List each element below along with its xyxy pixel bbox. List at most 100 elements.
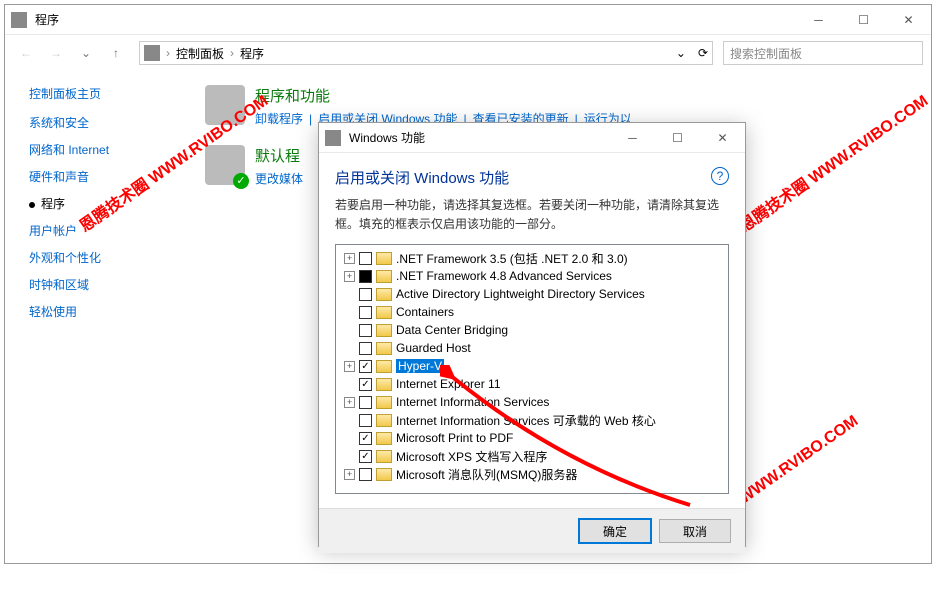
- dialog-icon: [325, 130, 341, 146]
- sidebar-item[interactable]: 轻松使用: [29, 303, 165, 320]
- feature-checkbox[interactable]: [359, 252, 372, 265]
- dialog-maximize-button[interactable]: ☐: [655, 123, 700, 153]
- feature-node[interactable]: + .NET Framework 4.8 Advanced Services: [338, 267, 726, 285]
- features-tree[interactable]: +.NET Framework 3.5 (包括 .NET 2.0 和 3.0)+…: [335, 244, 729, 494]
- address-dropdown-icon[interactable]: ⌄: [676, 46, 686, 60]
- sidebar-item[interactable]: 用户帐户: [29, 222, 165, 239]
- feature-label[interactable]: Internet Explorer 11: [396, 377, 501, 391]
- dialog-title: Windows 功能: [347, 129, 610, 146]
- feature-checkbox[interactable]: [359, 360, 372, 373]
- feature-node[interactable]: + .NET Framework 3.5 (包括 .NET 2.0 和 3.0): [338, 249, 726, 267]
- expand-icon: [344, 433, 355, 444]
- feature-label[interactable]: Internet Information Services 可承载的 Web 核…: [396, 412, 656, 429]
- feature-node[interactable]: + Microsoft 消息队列(MSMQ)服务器: [338, 465, 726, 483]
- breadcrumb-item[interactable]: 控制面板: [176, 45, 224, 62]
- minimize-button[interactable]: ─: [796, 5, 841, 35]
- feature-node[interactable]: Microsoft Print to PDF: [338, 429, 726, 447]
- feature-label[interactable]: Guarded Host: [396, 341, 471, 355]
- expand-icon[interactable]: +: [344, 361, 355, 372]
- address-bar[interactable]: › 控制面板 › 程序 ⌄ ⟳: [139, 41, 713, 65]
- forward-button[interactable]: →: [43, 40, 69, 66]
- feature-checkbox[interactable]: [359, 468, 372, 481]
- expand-icon[interactable]: +: [344, 271, 355, 282]
- sidebar-item[interactable]: 时钟和区域: [29, 276, 165, 293]
- feature-label[interactable]: Microsoft 消息队列(MSMQ)服务器: [396, 466, 577, 483]
- feature-checkbox[interactable]: [359, 414, 372, 427]
- ok-button[interactable]: 确定: [579, 519, 651, 543]
- section-title[interactable]: 默认程: [255, 145, 303, 166]
- up-button[interactable]: ↑: [103, 40, 129, 66]
- feature-label[interactable]: Microsoft XPS 文档写入程序: [396, 448, 547, 465]
- folder-icon: [376, 414, 392, 427]
- main-titlebar: 程序 ─ ☐ ✕: [5, 5, 931, 35]
- feature-checkbox[interactable]: [359, 450, 372, 463]
- dialog-close-button[interactable]: ✕: [700, 123, 745, 153]
- feature-node[interactable]: + Internet Information Services: [338, 393, 726, 411]
- folder-icon: [376, 270, 392, 283]
- maximize-button[interactable]: ☐: [841, 5, 886, 35]
- folder-icon: [376, 396, 392, 409]
- folder-icon: [376, 306, 392, 319]
- feature-label[interactable]: .NET Framework 3.5 (包括 .NET 2.0 和 3.0): [396, 250, 628, 267]
- feature-label[interactable]: Active Directory Lightweight Directory S…: [396, 287, 645, 301]
- back-button[interactable]: ←: [13, 40, 39, 66]
- feature-checkbox[interactable]: [359, 306, 372, 319]
- sidebar-item[interactable]: 系统和安全: [29, 114, 165, 131]
- sidebar-heading[interactable]: 控制面板主页: [29, 85, 165, 102]
- feature-checkbox[interactable]: [359, 270, 372, 283]
- expand-icon: [344, 325, 355, 336]
- feature-checkbox[interactable]: [359, 288, 372, 301]
- dialog-titlebar: Windows 功能 ─ ☐ ✕: [319, 123, 745, 153]
- breadcrumb-sep: ›: [166, 46, 170, 60]
- expand-icon[interactable]: +: [344, 397, 355, 408]
- expand-icon: [344, 289, 355, 300]
- search-input[interactable]: 搜索控制面板: [723, 41, 923, 65]
- feature-checkbox[interactable]: [359, 342, 372, 355]
- feature-label[interactable]: Internet Information Services: [396, 395, 549, 409]
- history-dropdown[interactable]: ⌄: [73, 40, 99, 66]
- sidebar-item[interactable]: 外观和个性化: [29, 249, 165, 266]
- section-link[interactable]: 更改媒体: [255, 172, 303, 186]
- breadcrumb-sep: ›: [230, 46, 234, 60]
- expand-icon: [344, 415, 355, 426]
- refresh-icon[interactable]: ⟳: [698, 46, 708, 60]
- folder-icon: [376, 324, 392, 337]
- section-link[interactable]: 卸载程序: [255, 112, 303, 126]
- feature-node[interactable]: + Hyper-V: [338, 357, 726, 375]
- expand-icon[interactable]: +: [344, 253, 355, 264]
- dialog-minimize-button[interactable]: ─: [610, 123, 655, 153]
- cancel-button[interactable]: 取消: [659, 519, 731, 543]
- feature-checkbox[interactable]: [359, 396, 372, 409]
- expand-icon: [344, 379, 355, 390]
- window-title: 程序: [33, 11, 796, 28]
- help-icon[interactable]: ?: [711, 167, 729, 185]
- feature-checkbox[interactable]: [359, 324, 372, 337]
- section-icon: [205, 85, 245, 125]
- feature-node[interactable]: Active Directory Lightweight Directory S…: [338, 285, 726, 303]
- sidebar-item[interactable]: 程序: [29, 195, 165, 212]
- feature-node[interactable]: Data Center Bridging: [338, 321, 726, 339]
- section-title[interactable]: 程序和功能: [255, 85, 632, 106]
- feature-checkbox[interactable]: [359, 378, 372, 391]
- feature-checkbox[interactable]: [359, 432, 372, 445]
- feature-node[interactable]: Internet Information Services 可承载的 Web 核…: [338, 411, 726, 429]
- close-button[interactable]: ✕: [886, 5, 931, 35]
- feature-node[interactable]: Internet Explorer 11: [338, 375, 726, 393]
- feature-label[interactable]: Hyper-V: [396, 359, 444, 373]
- feature-node[interactable]: Containers: [338, 303, 726, 321]
- folder-icon: [376, 378, 392, 391]
- sidebar-item[interactable]: 网络和 Internet: [29, 141, 165, 158]
- feature-label[interactable]: Containers: [396, 305, 454, 319]
- sidebar-item[interactable]: 硬件和声音: [29, 168, 165, 185]
- toolbar: ← → ⌄ ↑ › 控制面板 › 程序 ⌄ ⟳ 搜索控制面板: [5, 35, 931, 71]
- feature-label[interactable]: Data Center Bridging: [396, 323, 508, 337]
- expand-icon: [344, 307, 355, 318]
- feature-label[interactable]: Microsoft Print to PDF: [396, 431, 513, 445]
- folder-icon: [376, 342, 392, 355]
- feature-node[interactable]: Microsoft XPS 文档写入程序: [338, 447, 726, 465]
- section-links: 更改媒体: [255, 170, 303, 187]
- expand-icon[interactable]: +: [344, 469, 355, 480]
- feature-label[interactable]: .NET Framework 4.8 Advanced Services: [396, 269, 612, 283]
- breadcrumb-item[interactable]: 程序: [240, 45, 264, 62]
- feature-node[interactable]: Guarded Host: [338, 339, 726, 357]
